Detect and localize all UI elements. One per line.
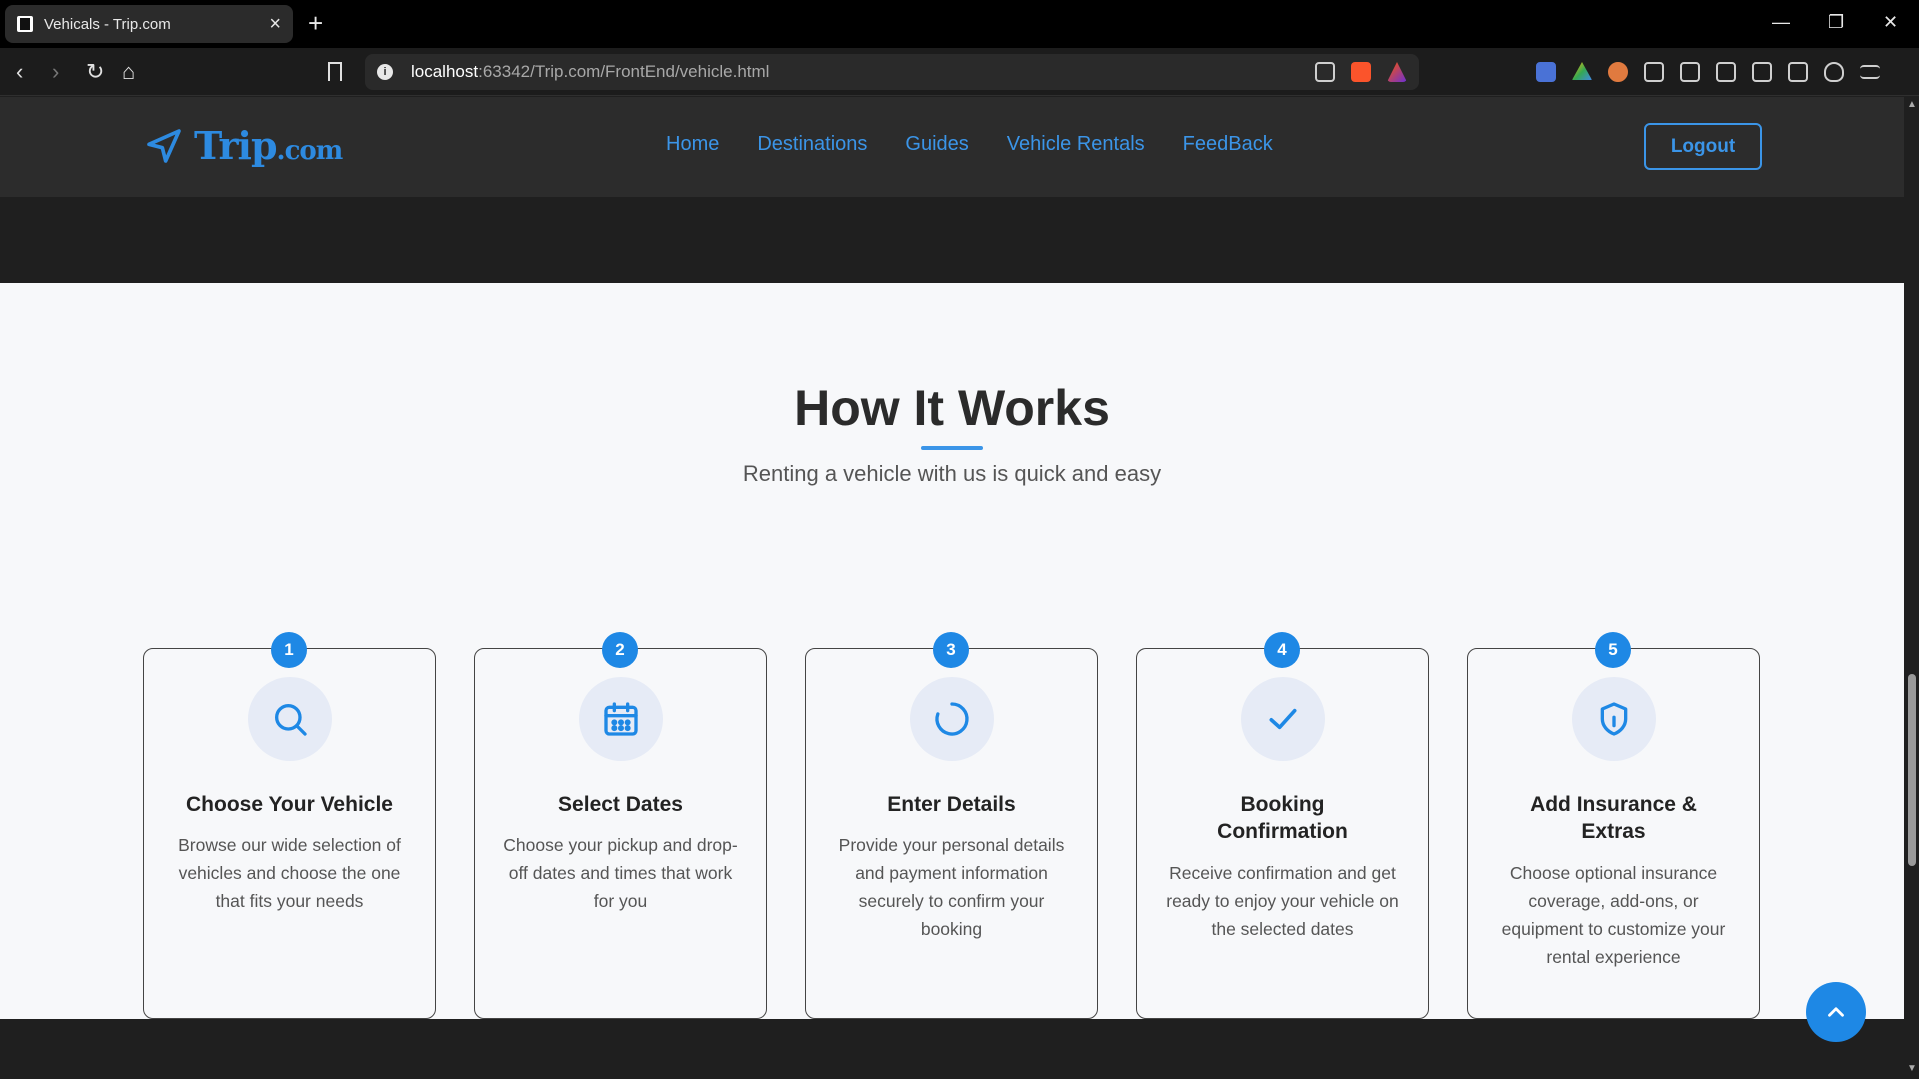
- check-icon: [1241, 677, 1325, 761]
- screenshot-extension-icon[interactable]: [1680, 62, 1700, 82]
- menu-icon[interactable]: [1860, 65, 1880, 79]
- title-underline: [921, 446, 983, 450]
- step-number-badge: 3: [933, 632, 969, 668]
- step-card: 3 Enter Details Provide your personal de…: [805, 632, 1098, 1019]
- translate-extension-icon[interactable]: [1536, 62, 1556, 82]
- step-title: Choose Your Vehicle: [186, 793, 393, 816]
- logo-text: Trip.com: [194, 123, 343, 168]
- brave-rewards-icon[interactable]: [1387, 62, 1407, 82]
- step-card: 4 Booking Confirmation Receive confirmat…: [1136, 632, 1429, 1019]
- section-title: How It Works: [794, 380, 1110, 436]
- step-description: Browse our wide selection of vehicles an…: [178, 835, 401, 911]
- step-description: Choose optional insurance coverage, add-…: [1501, 863, 1726, 967]
- forward-icon[interactable]: ›: [52, 58, 59, 86]
- close-tab-icon[interactable]: ×: [269, 14, 281, 34]
- logout-button[interactable]: Logout: [1644, 123, 1762, 170]
- step-title: Enter Details: [887, 793, 1016, 816]
- nav-feedback[interactable]: FeedBack: [1183, 133, 1273, 156]
- url-host: localhost: [411, 62, 479, 81]
- scroll-up-arrow-icon[interactable]: ▲: [1907, 99, 1917, 110]
- drive-extension-icon[interactable]: [1572, 62, 1592, 80]
- extensions-icon[interactable]: [1644, 62, 1664, 82]
- how-it-works-section: How It Works Renting a vehicle with us i…: [0, 283, 1904, 1019]
- main-nav: Home Destinations Guides Vehicle Rentals…: [666, 133, 1273, 156]
- steps-list: 1 Choose Your Vehicle Browse our wide se…: [143, 632, 1760, 1019]
- cookie-extension-icon[interactable]: [1608, 62, 1628, 82]
- section-subtitle: Renting a vehicle with us is quick and e…: [742, 461, 1162, 486]
- step-title: Select Dates: [558, 793, 683, 816]
- home-icon[interactable]: ⌂: [122, 58, 135, 86]
- url-path: :63342/Trip.com/FrontEnd/vehicle.html: [478, 62, 770, 81]
- address-bar[interactable]: i localhost:63342/Trip.com/FrontEnd/vehi…: [365, 54, 1419, 90]
- search-icon: [248, 677, 332, 761]
- step-description: Receive confirmation and get ready to en…: [1166, 863, 1399, 939]
- nav-guides[interactable]: Guides: [905, 133, 968, 156]
- sidebar-icon[interactable]: [1716, 62, 1736, 82]
- spinner-icon: [910, 677, 994, 761]
- chevron-up-icon: [1828, 1007, 1844, 1017]
- nav-vehicle-rentals[interactable]: Vehicle Rentals: [1007, 133, 1145, 156]
- page-scrollbar[interactable]: ▲ ▼: [1904, 97, 1919, 1079]
- new-tab-button[interactable]: +: [308, 10, 323, 36]
- step-card: 2 Select Dates Choose your pickup and dr…: [474, 632, 767, 1019]
- step-card: 1 Choose Your Vehicle Browse our wide se…: [143, 632, 436, 1019]
- minimize-icon[interactable]: —: [1772, 12, 1790, 33]
- step-title: Add Insurance & Extras: [1530, 793, 1697, 843]
- site-info-icon[interactable]: i: [377, 64, 393, 80]
- scroll-down-arrow-icon[interactable]: ▼: [1907, 1063, 1917, 1074]
- step-number-badge: 2: [602, 632, 638, 668]
- window-close-icon[interactable]: ✕: [1883, 12, 1898, 33]
- bookmark-icon[interactable]: [328, 62, 342, 81]
- tab-title: Vehicals - Trip.com: [44, 15, 171, 33]
- step-description: Choose your pickup and drop-off dates an…: [503, 835, 738, 911]
- step-number-badge: 5: [1595, 632, 1631, 668]
- restore-icon[interactable]: ❐: [1828, 12, 1844, 33]
- reload-icon[interactable]: ↻: [86, 58, 104, 86]
- site-logo[interactable]: Trip.com: [144, 123, 343, 168]
- shield-icon: [1572, 677, 1656, 761]
- favicon-icon: [17, 16, 33, 32]
- step-description: Provide your personal details and paymen…: [838, 835, 1065, 939]
- step-title: Booking Confirmation: [1217, 793, 1348, 843]
- browser-tab[interactable]: Vehicals - Trip.com ×: [5, 5, 293, 43]
- browser-tab-bar: Vehicals - Trip.com × + — ❐ ✕: [0, 0, 1919, 48]
- page-viewport: Trip.com Home Destinations Guides Vehicl…: [0, 97, 1904, 1079]
- share-icon[interactable]: [1315, 62, 1335, 82]
- leo-ai-icon[interactable]: [1788, 62, 1808, 82]
- nav-destinations[interactable]: Destinations: [757, 133, 867, 156]
- calendar-icon: [579, 677, 663, 761]
- paper-plane-icon: [147, 128, 181, 163]
- back-icon[interactable]: ‹: [16, 58, 23, 86]
- nav-home[interactable]: Home: [666, 133, 719, 156]
- step-card: 5 Add Insurance & Extras Choose optional…: [1467, 632, 1760, 1019]
- step-number-badge: 4: [1264, 632, 1300, 668]
- vpn-icon[interactable]: [1824, 62, 1844, 82]
- step-number-badge: 1: [271, 632, 307, 668]
- scrollbar-thumb[interactable]: [1908, 674, 1916, 866]
- site-navbar: Trip.com Home Destinations Guides Vehicl…: [0, 97, 1904, 197]
- scroll-to-top-button[interactable]: [1806, 982, 1866, 1042]
- browser-toolbar: ‹ › ↻ ⌂ i localhost:63342/Trip.com/Front…: [0, 48, 1919, 96]
- wallet-icon[interactable]: [1752, 62, 1772, 82]
- brave-shields-icon[interactable]: [1351, 62, 1371, 82]
